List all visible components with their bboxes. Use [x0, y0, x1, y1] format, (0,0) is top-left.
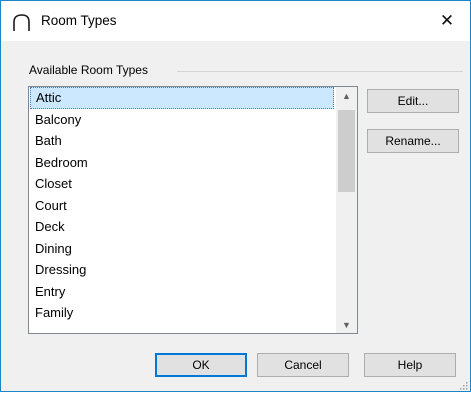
scroll-down-button[interactable]: ▼ — [336, 316, 357, 333]
list-item[interactable]: Court — [29, 195, 335, 217]
list-item[interactable]: Deck — [29, 216, 335, 238]
room-types-dialog: Room Types ✕ Available Room Types Attic B… — [0, 0, 471, 392]
dialog-title: Room Types — [41, 13, 117, 28]
close-icon: ✕ — [439, 11, 455, 30]
list-item[interactable]: Bedroom — [29, 152, 335, 174]
resize-grip-icon[interactable] — [458, 379, 468, 390]
list-item[interactable]: Entry — [29, 281, 335, 303]
edit-button[interactable]: Edit... — [367, 89, 459, 113]
vertical-scrollbar[interactable]: ▲ ▼ — [336, 87, 357, 333]
list-item[interactable]: Balcony — [29, 109, 335, 131]
group-label: Available Room Types — [29, 63, 152, 77]
list-item[interactable]: Closet — [29, 173, 335, 195]
ok-button[interactable]: OK — [155, 353, 247, 377]
scroll-up-button[interactable]: ▲ — [336, 87, 357, 104]
list-item[interactable]: Attic — [30, 87, 334, 109]
cancel-button[interactable]: Cancel — [257, 353, 349, 377]
scroll-thumb[interactable] — [338, 110, 355, 192]
room-types-listbox[interactable]: Attic Balcony Bath Bedroom Closet Court Deck Di… — [28, 86, 358, 334]
chevron-up-icon: ▲ — [342, 90, 351, 101]
chevron-down-icon: ▼ — [342, 319, 351, 330]
group-divider — [177, 71, 463, 72]
title-bar[interactable]: Room Types ✕ — [1, 1, 470, 41]
list-item[interactable]: Dining — [29, 238, 335, 260]
arc-icon — [11, 12, 31, 32]
list-item[interactable]: Bath — [29, 130, 335, 152]
list-item[interactable]: Dressing — [29, 259, 335, 281]
rename-button[interactable]: Rename... — [367, 129, 459, 153]
list-item[interactable]: Family — [29, 302, 335, 324]
help-button[interactable]: Help — [364, 353, 456, 377]
list-items: Attic Balcony Bath Bedroom Closet Court Deck Di… — [29, 87, 335, 324]
close-button[interactable]: ✕ — [424, 1, 470, 41]
